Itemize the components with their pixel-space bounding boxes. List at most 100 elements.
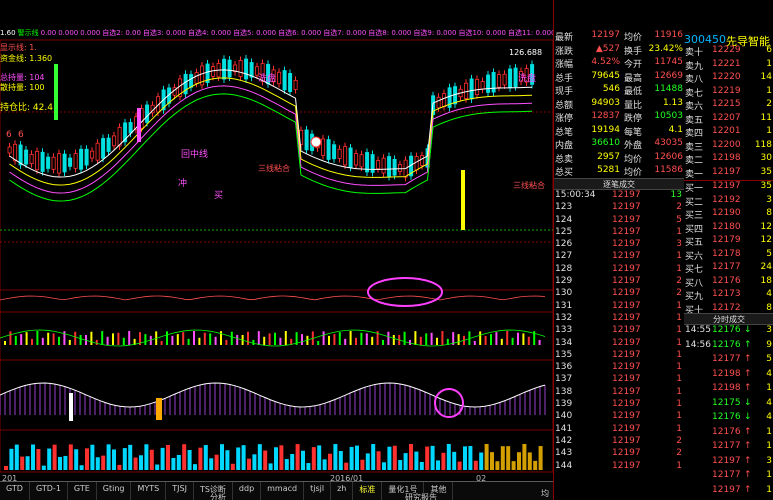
ask-level[interactable]: 卖一 12197 35: [684, 167, 773, 181]
ask-level[interactable]: 卖八 12220 14: [684, 72, 773, 86]
macd-bar: [392, 334, 395, 345]
trade-price: 12197: [612, 386, 641, 397]
macd-bar: [14, 335, 17, 345]
quote-row: 总买 5281 均价 11586: [554, 165, 684, 179]
indicator-value: 自选5: 0.000: [233, 29, 277, 37]
macd-bar: [360, 332, 363, 345]
indicator-tab[interactable]: GTD: [0, 482, 30, 500]
indicator-tab[interactable]: ddp: [233, 482, 262, 500]
right-edge-label: 均: [541, 489, 549, 498]
volume-bar: [511, 461, 516, 470]
minute-trade-list[interactable]: 14:55 12176 ↓ 3 14:56 12176 ↑ 9 12177 ↑ 5 12198 ↑ 4 12…: [684, 325, 773, 499]
ask-level[interactable]: 卖四 12201 1: [684, 126, 773, 140]
minute-trade-row: 14:55 12176 ↓ 3: [684, 325, 773, 340]
tick-trade-row: 131 12197 1: [554, 301, 684, 313]
bottom-tab-research[interactable]: 研究报告: [405, 492, 437, 500]
volume-bar: [517, 452, 521, 470]
trade-volume: 1: [676, 399, 682, 410]
volume-bar: [90, 444, 95, 470]
section-minute-trades[interactable]: 分时成交: [684, 313, 773, 325]
ask-level[interactable]: 卖三 12200 118: [684, 140, 773, 154]
trade-time: 124: [555, 214, 573, 225]
bid-level[interactable]: 买八 12176 18: [684, 276, 773, 290]
volume-bar: [382, 462, 386, 470]
volume-bar: [133, 457, 138, 470]
candle-body: [414, 156, 419, 171]
indicator-tab[interactable]: GTE: [68, 482, 97, 500]
macd-bar: [495, 332, 498, 345]
macd-bar: [95, 339, 98, 345]
ask-level[interactable]: 卖十 12229 6: [684, 45, 773, 59]
tick-trade-row: 128 12197 1: [554, 264, 684, 276]
quote-key: 均价: [624, 33, 643, 43]
bid-level[interactable]: 买九 12173 4: [684, 289, 773, 303]
bid-level[interactable]: 买三 12190 8: [684, 208, 773, 222]
indicator-tab-bar[interactable]: GTD GTD-1 GTE Gting MYTS TJSJ TS诊断 ddp mmacd tjsj…: [0, 481, 553, 500]
trade-volume: 1: [676, 374, 682, 385]
level-price: 12192: [712, 194, 741, 205]
macd-bar: [209, 333, 212, 345]
level-volume: 1: [766, 85, 772, 96]
macd-bar: [225, 339, 228, 345]
bid-level[interactable]: 买一 12197 35: [684, 181, 773, 195]
indicator-tab[interactable]: GTD-1: [30, 482, 68, 500]
bid-level[interactable]: 买五 12179 12: [684, 235, 773, 249]
bid-level[interactable]: 买六 12178 5: [684, 249, 773, 263]
quote-key: 总买: [555, 168, 574, 178]
ask-level[interactable]: 卖九 12221 1: [684, 59, 773, 73]
volume-bar: [160, 447, 165, 470]
ask-level[interactable]: 卖六 12215 2: [684, 99, 773, 113]
ask-level[interactable]: 卖五 12207 11: [684, 113, 773, 127]
macd-bar: [31, 338, 33, 345]
volume-bar: [355, 445, 359, 470]
bottom-tab-analysis[interactable]: 分析: [210, 492, 226, 500]
quote-value: 1.13: [662, 97, 683, 108]
trade-price: 12197: [612, 435, 641, 446]
ask-level[interactable]: 卖二 12198 30: [684, 153, 773, 167]
volume-bar: [225, 450, 230, 470]
indicator-tab[interactable]: mmacd: [261, 482, 305, 500]
section-tick-trades[interactable]: 逐笔成交: [554, 178, 684, 190]
candle-body: [106, 137, 111, 152]
candle-body: [29, 154, 34, 164]
candle-body: [40, 151, 45, 172]
indicator-tab[interactable]: tjsjl: [304, 482, 332, 500]
indicator-tab[interactable]: TJSJ: [166, 482, 194, 500]
indicator-tab[interactable]: zh: [331, 482, 354, 500]
kline-chart-canvas[interactable]: [0, 0, 553, 481]
indicator-tab[interactable]: Gting: [97, 482, 132, 500]
minute-trade-row: 12197 ↑ 1: [684, 485, 773, 500]
indicator-tab[interactable]: 标准: [353, 482, 383, 500]
candle-body: [387, 156, 392, 177]
tick-trade-list[interactable]: 15:00:34 12197 13 123 12197 2 124 12197 5 125 1219…: [554, 190, 684, 473]
volume-bar: [409, 444, 413, 470]
volume-bar: [106, 444, 111, 470]
bid-level[interactable]: 买七 12177 24: [684, 262, 773, 276]
trade-time: 143: [555, 448, 573, 459]
quote-value: 12606: [654, 151, 683, 162]
kline-chart-area[interactable]: 1.60 警示线 0.00 0.000 0.000 自选2: 0.00 自选3: 0.000…: [0, 0, 553, 500]
bid-level[interactable]: 买四 12180 12: [684, 222, 773, 236]
trade-price: 12197: [612, 337, 641, 348]
minute-volume: 4: [766, 368, 772, 379]
left-label-1: 显示线: 1.: [0, 43, 37, 52]
annotation-xipan-right: 洗盘: [518, 74, 537, 84]
volume-bar: [230, 463, 235, 470]
volume-bar: [301, 450, 305, 470]
ask-level[interactable]: 卖七 12219 1: [684, 86, 773, 100]
candle-body: [227, 59, 232, 78]
macd-bar: [252, 339, 255, 345]
candle-body: [62, 153, 67, 173]
volume-bar: [74, 449, 79, 470]
bid-level[interactable]: 买二 12192 3: [684, 195, 773, 209]
volume-bar: [490, 452, 494, 470]
minute-trade-row: 12177 ↑ 1: [684, 441, 773, 456]
volume-bar: [387, 446, 392, 470]
trade-volume: 2: [676, 276, 682, 287]
minute-price: 12197: [712, 484, 741, 495]
level-price: 12180: [712, 221, 741, 232]
level-label: 买四: [685, 224, 704, 235]
indicator-tab[interactable]: MYTS: [131, 482, 167, 500]
minute-volume: 4: [766, 412, 772, 422]
minute-volume: 3: [766, 325, 772, 335]
